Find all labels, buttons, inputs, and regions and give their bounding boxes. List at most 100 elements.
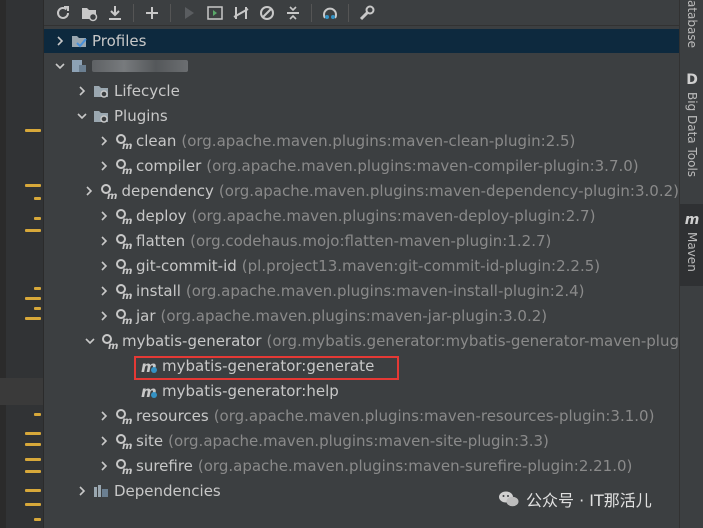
tree-node-profiles[interactable]: Profiles [44,29,679,53]
skip-tests-icon[interactable] [256,2,278,24]
tree-node-goal-help[interactable]: m mybatis-generator:help [44,379,679,403]
tab-big-data-tools-label: Big Data Tools [685,92,699,178]
tab-maven[interactable]: m Maven [680,204,703,286]
maven-project-tree: Profiles Lifecycle Plugins m clean (org.… [44,28,679,528]
change-marker[interactable] [25,129,41,132]
chevron-right-icon[interactable] [96,258,112,274]
tree-node-plugin[interactable]: m install (org.apache.maven.plugins:mave… [44,279,679,303]
maven-plugin-icon: m [114,282,132,300]
tree-node-plugin[interactable]: m git-commit-id (pl.project13.maven:git-… [44,254,679,278]
tree-node-plugin[interactable]: m resources (org.apache.maven.plugins:ma… [44,404,679,428]
chevron-right-icon[interactable] [96,458,112,474]
plugin-coordinates: (org.apache.maven.plugins:maven-resource… [213,407,655,425]
tree-node-label: Profiles [92,32,147,50]
chevron-right-icon[interactable] [96,208,112,224]
svg-text:m: m [122,416,132,425]
dependencies-icon [92,482,110,500]
tree-node-plugin[interactable]: m deploy (org.apache.maven.plugins:maven… [44,204,679,228]
svg-text:m: m [122,291,132,300]
change-marker[interactable] [34,413,41,416]
change-marker[interactable] [25,229,41,232]
plugin-coordinates: (org.apache.maven.plugins:maven-site-plu… [168,432,549,450]
plugin-coordinates: (org.apache.maven.plugins:maven-dependen… [218,182,679,200]
add-icon[interactable] [141,2,163,24]
change-marker[interactable] [25,317,41,320]
watermark-text: 公众号 · IT那活儿 [526,491,652,510]
reimport-folder-icon[interactable] [78,2,100,24]
change-marker[interactable] [25,503,41,506]
tree-node-lifecycle[interactable]: Lifecycle [44,79,679,103]
project-name-redacted [92,60,188,72]
chevron-right-icon[interactable] [52,33,68,49]
maven-plugin-icon: m [114,432,132,450]
tree-node-project[interactable] [44,54,679,78]
chevron-right-icon[interactable] [96,158,112,174]
settings-icon[interactable] [356,2,378,24]
tree-node-plugin[interactable]: m clean (org.apache.maven.plugins:maven-… [44,129,679,153]
toolbar-separator [311,3,312,22]
tab-big-data-tools[interactable]: D Big Data Tools [680,72,703,192]
svg-text:m: m [122,441,132,450]
plugin-name: dependency [121,182,214,200]
plugin-coordinates: (org.codehaus.mojo:flatten-maven-plugin:… [190,232,552,250]
plugin-name: flatten [136,232,186,250]
tree-node-plugin[interactable]: m jar (org.apache.maven.plugins:maven-ja… [44,304,679,328]
tree-node-plugin[interactable]: m surefire (org.apache.maven.plugins:mav… [44,454,679,478]
show-dependencies-icon[interactable] [319,2,341,24]
change-marker[interactable] [25,458,41,461]
svg-text:m: m [122,141,132,150]
chevron-right-icon[interactable] [96,433,112,449]
right-tool-bar: atabase D Big Data Tools m Maven [679,0,703,528]
tree-node-plugin[interactable]: m site (org.apache.maven.plugins:maven-s… [44,429,679,453]
change-marker[interactable] [34,197,41,200]
change-marker[interactable] [25,297,41,300]
svg-text:m: m [122,241,132,250]
chevron-down-icon[interactable] [74,108,90,124]
chevron-down-icon[interactable] [52,58,68,74]
plugin-name: resources [136,407,209,425]
change-marker[interactable] [25,470,41,473]
change-marker[interactable] [25,432,41,435]
maven-toolbar [44,0,679,26]
plugins-folder-icon [92,107,110,125]
tab-database[interactable]: atabase [680,0,703,52]
plugin-coordinates: (org.apache.maven.plugins:maven-clean-pl… [181,132,576,150]
plugin-coordinates: (org.mybatis.generator:mybatis-generator… [266,332,679,350]
chevron-right-icon[interactable] [74,483,90,499]
gutter-edge [0,0,6,528]
reload-icon[interactable] [52,2,74,24]
chevron-right-icon[interactable] [96,133,112,149]
plugin-coordinates: (pl.project13.maven:git-commit-id-plugin… [241,257,601,275]
chevron-right-icon[interactable] [74,83,90,99]
chevron-right-icon[interactable] [96,283,112,299]
tree-node-plugin[interactable]: m flatten (org.codehaus.mojo:flatten-mav… [44,229,679,253]
svg-text:m: m [108,341,118,350]
change-marker[interactable] [34,287,41,290]
download-icon[interactable] [104,2,126,24]
chevron-right-icon[interactable] [96,408,112,424]
maven-plugin-icon: m [114,232,132,250]
change-marker[interactable] [34,307,41,310]
tree-node-plugin[interactable]: m dependency (org.apache.maven.plugins:m… [44,179,679,203]
change-marker[interactable] [34,518,41,521]
toggle-offline-icon[interactable] [230,2,252,24]
change-marker[interactable] [25,489,41,492]
maven-plugin-icon: m [100,332,118,350]
tree-node-plugins[interactable]: Plugins [44,104,679,128]
plugin-name: site [136,432,164,450]
chevron-right-icon[interactable] [96,308,112,324]
tree-node-plugin[interactable]: m compiler (org.apache.maven.plugins:mav… [44,154,679,178]
wechat-icon [499,491,519,507]
change-marker[interactable] [25,184,41,187]
execute-goal-icon[interactable] [204,2,226,24]
change-marker[interactable] [34,217,41,220]
collapse-icon[interactable] [282,2,304,24]
tree-node-goal-generate[interactable]: m mybatis-generator:generate [44,354,679,378]
tree-node-label: Plugins [114,107,168,125]
tree-node-plugin[interactable]: m mybatis-generator (org.mybatis.generat… [44,329,679,353]
chevron-right-icon[interactable] [81,183,97,199]
change-marker[interactable] [25,443,41,446]
run-icon[interactable] [178,2,200,24]
chevron-right-icon[interactable] [96,233,112,249]
chevron-down-icon[interactable] [82,333,98,349]
